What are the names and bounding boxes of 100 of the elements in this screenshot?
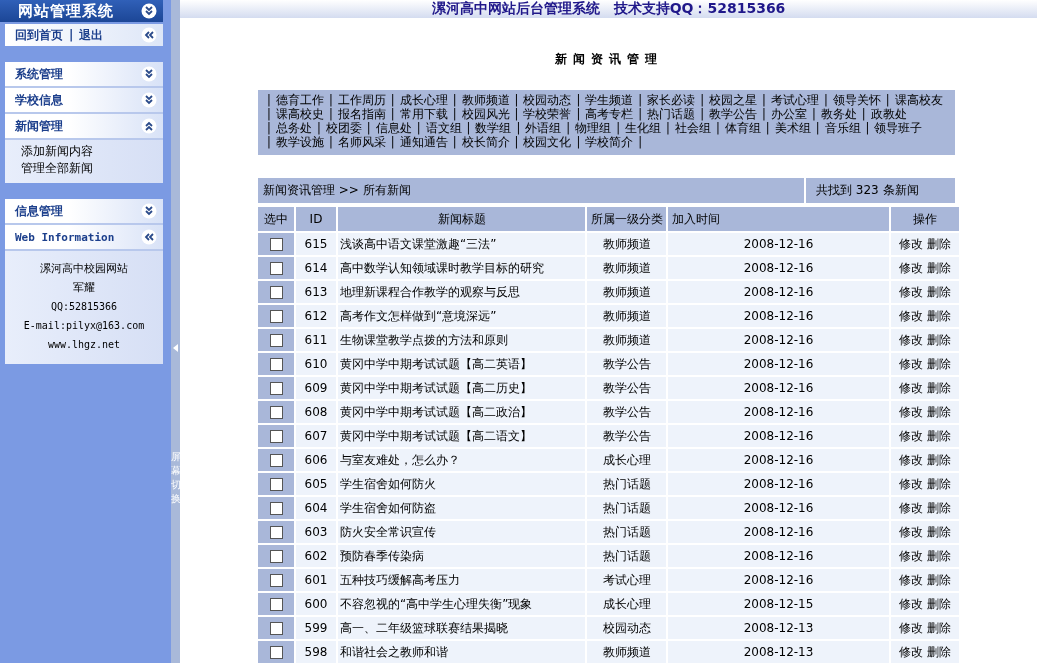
category-link[interactable]: 高考专栏 [585, 107, 634, 121]
category-link[interactable]: 领导班子 [874, 121, 923, 135]
row-checkbox[interactable] [269, 550, 283, 563]
category-link[interactable]: 通知通告 [399, 135, 448, 149]
category-link[interactable]: 考试心理 [770, 93, 819, 107]
row-checkbox[interactable] [269, 502, 283, 515]
action-link[interactable]: 修改 [899, 236, 923, 251]
category-link[interactable]: 美术组 [774, 121, 811, 135]
category-link[interactable]: 教学公告 [709, 107, 757, 121]
category-link[interactable]: 音乐组 [824, 121, 861, 135]
category-link[interactable]: 办公室 [770, 107, 807, 121]
action-link[interactable]: 修改 [899, 500, 923, 515]
row-checkbox[interactable] [269, 382, 283, 395]
category-link[interactable]: 报名指南 [337, 107, 386, 121]
category-link[interactable]: 成长心理 [399, 93, 448, 107]
row-checkbox[interactable] [269, 574, 283, 587]
action-link[interactable]: 修改 [899, 308, 923, 323]
action-link[interactable]: 删除 [927, 644, 951, 659]
category-link[interactable]: 生化组 [625, 121, 661, 135]
row-checkbox[interactable] [269, 310, 283, 323]
section-header[interactable]: Web Information [5, 225, 163, 251]
action-link[interactable]: 删除 [927, 404, 951, 419]
category-link[interactable]: 校长简介 [461, 135, 510, 149]
category-link[interactable]: 德育工作 [275, 93, 324, 107]
action-link[interactable]: 删除 [927, 284, 951, 299]
action-link[interactable]: 修改 [899, 284, 923, 299]
category-link[interactable]: 信息处 [375, 121, 412, 135]
action-link[interactable]: 删除 [927, 332, 951, 347]
action-link[interactable]: 修改 [899, 596, 923, 611]
category-link[interactable]: 领导关怀 [832, 93, 881, 107]
action-link[interactable]: 修改 [899, 548, 923, 563]
category-link[interactable]: 校园动态 [523, 93, 572, 107]
row-checkbox[interactable] [269, 478, 283, 491]
row-checkbox[interactable] [269, 598, 283, 611]
action-link[interactable]: 修改 [899, 380, 923, 395]
action-link[interactable]: 修改 [899, 572, 923, 587]
category-link[interactable]: 热门话题 [647, 107, 696, 121]
collapse-icon[interactable] [141, 229, 157, 245]
submenu-item[interactable]: 添加新闻内容 [21, 143, 163, 160]
action-link[interactable]: 删除 [927, 260, 951, 275]
category-link[interactable]: 课高校友 [894, 93, 943, 107]
section-header[interactable]: 新闻管理 [5, 114, 163, 140]
action-link[interactable]: 修改 [899, 644, 923, 659]
category-link[interactable]: 校园之星 [709, 93, 757, 107]
row-checkbox[interactable] [269, 454, 283, 467]
action-link[interactable]: 修改 [899, 476, 923, 491]
top-link[interactable]: 回到首页 [15, 26, 63, 44]
category-link[interactable]: 工作周历 [337, 93, 386, 107]
action-link[interactable]: 删除 [927, 500, 951, 515]
category-link[interactable]: 家长必读 [647, 93, 696, 107]
category-link[interactable]: 常用下载 [399, 107, 448, 121]
action-link[interactable]: 修改 [899, 332, 923, 347]
action-link[interactable]: 修改 [899, 428, 923, 443]
row-checkbox[interactable] [269, 526, 283, 539]
action-link[interactable]: 删除 [927, 356, 951, 371]
category-link[interactable]: 语文组 [425, 121, 462, 135]
category-link[interactable]: 体育组 [724, 121, 761, 135]
submenu-item[interactable]: 管理全部新闻 [21, 160, 163, 177]
row-checkbox[interactable] [269, 430, 283, 443]
section-header[interactable]: 信息管理 [5, 199, 163, 225]
row-checkbox[interactable] [269, 406, 283, 419]
action-link[interactable]: 删除 [927, 236, 951, 251]
action-link[interactable]: 修改 [899, 524, 923, 539]
category-link[interactable]: 外语组 [525, 121, 562, 135]
action-link[interactable]: 删除 [927, 572, 951, 587]
action-link[interactable]: 删除 [927, 308, 951, 323]
action-link[interactable]: 修改 [899, 452, 923, 467]
category-link[interactable]: 名师风采 [337, 135, 386, 149]
category-link[interactable]: 教学设施 [275, 135, 324, 149]
action-link[interactable]: 删除 [927, 380, 951, 395]
collapse-icon[interactable] [141, 118, 157, 134]
action-link[interactable]: 修改 [899, 260, 923, 275]
row-checkbox[interactable] [269, 238, 283, 251]
action-link[interactable]: 删除 [927, 548, 951, 563]
expand-icon[interactable] [141, 66, 157, 82]
row-checkbox[interactable] [269, 262, 283, 275]
collapse-icon[interactable] [141, 27, 157, 43]
action-link[interactable]: 修改 [899, 404, 923, 419]
category-link[interactable]: 政教处 [870, 107, 907, 121]
action-link[interactable]: 删除 [927, 452, 951, 467]
section-header[interactable]: 学校信息 [5, 88, 163, 114]
category-link[interactable]: 数学组 [475, 121, 512, 135]
category-link[interactable]: 校园文化 [523, 135, 572, 149]
action-link[interactable]: 修改 [899, 620, 923, 635]
category-link[interactable]: 课高校史 [275, 107, 324, 121]
row-checkbox[interactable] [269, 358, 283, 371]
expand-icon[interactable] [141, 92, 157, 108]
action-link[interactable]: 删除 [927, 428, 951, 443]
row-checkbox[interactable] [269, 646, 283, 659]
category-link[interactable]: 总务处 [275, 121, 312, 135]
top-link[interactable]: 退出 [79, 26, 104, 44]
section-header[interactable]: 系统管理 [5, 62, 163, 88]
row-checkbox[interactable] [269, 286, 283, 299]
collapse-icon[interactable] [141, 3, 157, 19]
category-link[interactable]: 教师频道 [461, 93, 510, 107]
action-link[interactable]: 删除 [927, 620, 951, 635]
category-link[interactable]: 社会组 [674, 121, 711, 135]
action-link[interactable]: 删除 [927, 476, 951, 491]
action-link[interactable]: 删除 [927, 596, 951, 611]
row-checkbox[interactable] [269, 622, 283, 635]
